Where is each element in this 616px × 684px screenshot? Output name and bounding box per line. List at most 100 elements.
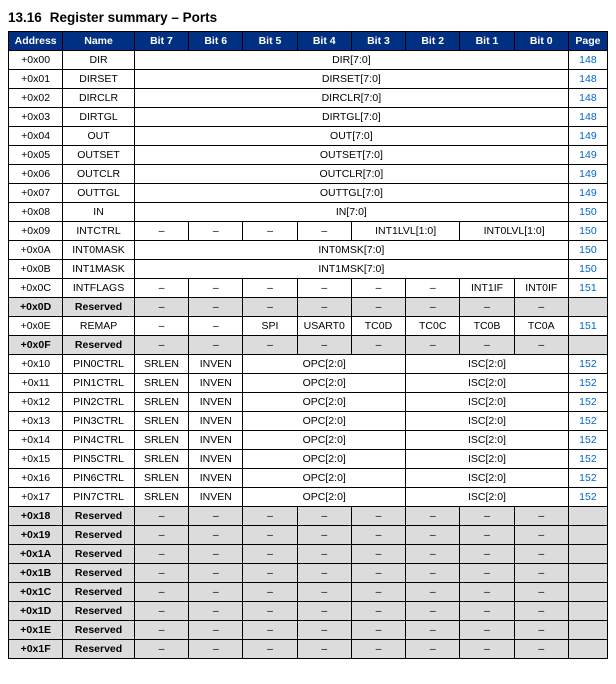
page-link[interactable]: 148 <box>579 73 597 85</box>
page-link[interactable]: 150 <box>579 244 597 256</box>
cell-bit: – <box>406 507 460 526</box>
cell-address: +0x07 <box>9 184 63 203</box>
table-row: +0x07OUTTGLOUTTGL[7:0] 149 <box>9 184 608 203</box>
section-title: 13.16 Register summary – Ports <box>8 10 608 25</box>
table-row: +0x1EReserved–––––––– <box>9 621 608 640</box>
page-link[interactable]: 152 <box>579 434 597 446</box>
page-link[interactable]: 152 <box>579 396 597 408</box>
cell-page: 152 <box>568 450 607 469</box>
cell-address: +0x1E <box>9 621 63 640</box>
page-link[interactable]: 150 <box>579 225 597 237</box>
page-link[interactable]: 149 <box>579 187 597 199</box>
cell-page: 148 <box>568 108 607 127</box>
cell-name: PIN6CTRL <box>63 469 135 488</box>
cell-bit: – <box>134 279 188 298</box>
cell-bit: – <box>134 621 188 640</box>
page-link[interactable]: 149 <box>579 130 597 142</box>
page-link[interactable]: 150 <box>579 206 597 218</box>
cell-bit: OUTTGL[7:0] <box>134 184 568 203</box>
page-link[interactable]: 150 <box>579 263 597 275</box>
cell-bit: – <box>189 298 243 317</box>
cell-bit: – <box>460 336 514 355</box>
cell-name: INTCTRL <box>63 222 135 241</box>
table-row: +0x14PIN4CTRLSRLENINVENOPC[2:0]ISC[2:0]1… <box>9 431 608 450</box>
table-row: +0x0FReserved–––––––– <box>9 336 608 355</box>
page-link[interactable]: 151 <box>579 320 597 332</box>
cell-name: Reserved <box>63 640 135 659</box>
cell-bit: – <box>460 526 514 545</box>
cell-name: OUTCLR <box>63 165 135 184</box>
page-link[interactable]: 152 <box>579 358 597 370</box>
table-row: +0x0CINTFLAGS––––––INT1IFINT0IF151 <box>9 279 608 298</box>
cell-bit: INVEN <box>189 355 243 374</box>
cell-bit: – <box>351 602 405 621</box>
cell-bit: OPC[2:0] <box>243 488 406 507</box>
cell-bit: – <box>406 545 460 564</box>
page-link[interactable]: 152 <box>579 491 597 503</box>
cell-bit: – <box>243 602 297 621</box>
cell-bit: – <box>297 298 351 317</box>
cell-page: 148 <box>568 89 607 108</box>
page-link[interactable]: 148 <box>579 111 597 123</box>
cell-bit: INT1IF <box>460 279 514 298</box>
page-link[interactable]: 151 <box>579 282 597 294</box>
page-link[interactable]: 152 <box>579 453 597 465</box>
cell-bit: – <box>189 526 243 545</box>
cell-page <box>568 336 607 355</box>
cell-page: 150 <box>568 260 607 279</box>
cell-bit: SRLEN <box>134 393 188 412</box>
cell-name: Reserved <box>63 336 135 355</box>
cell-bit: – <box>460 564 514 583</box>
page-link[interactable]: 148 <box>579 54 597 66</box>
cell-bit: – <box>243 545 297 564</box>
cell-name: Reserved <box>63 602 135 621</box>
cell-bit: INVEN <box>189 374 243 393</box>
cell-page <box>568 621 607 640</box>
cell-bit: – <box>189 640 243 659</box>
page-link[interactable]: 148 <box>579 92 597 104</box>
cell-bit: – <box>189 602 243 621</box>
cell-bit: – <box>134 222 188 241</box>
cell-page: 152 <box>568 431 607 450</box>
cell-bit: SRLEN <box>134 469 188 488</box>
table-row: +0x06OUTCLROUTCLR[7:0]149 <box>9 165 608 184</box>
cell-name: PIN7CTRL <box>63 488 135 507</box>
cell-bit: – <box>243 621 297 640</box>
cell-name: OUTTGL <box>63 184 135 203</box>
cell-address: +0x01 <box>9 70 63 89</box>
page-link[interactable]: 149 <box>579 149 597 161</box>
cell-page: 149 <box>568 127 607 146</box>
table-row: +0x09INTCTRL––––INT1LVL[1:0]INT0LVL[1:0]… <box>9 222 608 241</box>
cell-bit: – <box>351 640 405 659</box>
cell-name: Reserved <box>63 621 135 640</box>
cell-page: 149 <box>568 146 607 165</box>
cell-page: 152 <box>568 469 607 488</box>
table-row: +0x00DIRDIR[7:0]148 <box>9 51 608 70</box>
cell-name: INT1MASK <box>63 260 135 279</box>
table-header-row: Address Name Bit 7 Bit 6 Bit 5 Bit 4 Bit… <box>9 32 608 51</box>
table-row: +0x1BReserved–––––––– <box>9 564 608 583</box>
cell-bit: – <box>514 621 568 640</box>
cell-address: +0x06 <box>9 165 63 184</box>
cell-bit: – <box>243 336 297 355</box>
cell-bit: SRLEN <box>134 488 188 507</box>
page-link[interactable]: 152 <box>579 415 597 427</box>
col-header-bit5: Bit 5 <box>243 32 297 51</box>
table-row: +0x11PIN1CTRLSRLENINVENOPC[2:0]ISC[2:0]1… <box>9 374 608 393</box>
cell-address: +0x1B <box>9 564 63 583</box>
cell-bit: – <box>351 564 405 583</box>
cell-bit: – <box>134 317 188 336</box>
table-row: +0x13PIN3CTRLSRLENINVENOPC[2:0]ISC[2:0]1… <box>9 412 608 431</box>
cell-page <box>568 545 607 564</box>
cell-address: +0x15 <box>9 450 63 469</box>
page-link[interactable]: 149 <box>579 168 597 180</box>
page-link[interactable]: 152 <box>579 472 597 484</box>
cell-bit: – <box>189 336 243 355</box>
cell-bit: – <box>406 564 460 583</box>
cell-bit: ISC[2:0] <box>406 374 569 393</box>
cell-name: REMAP <box>63 317 135 336</box>
col-header-name: Name <box>63 32 135 51</box>
page-link[interactable]: 152 <box>579 377 597 389</box>
cell-bit: SRLEN <box>134 431 188 450</box>
cell-bit: – <box>514 298 568 317</box>
